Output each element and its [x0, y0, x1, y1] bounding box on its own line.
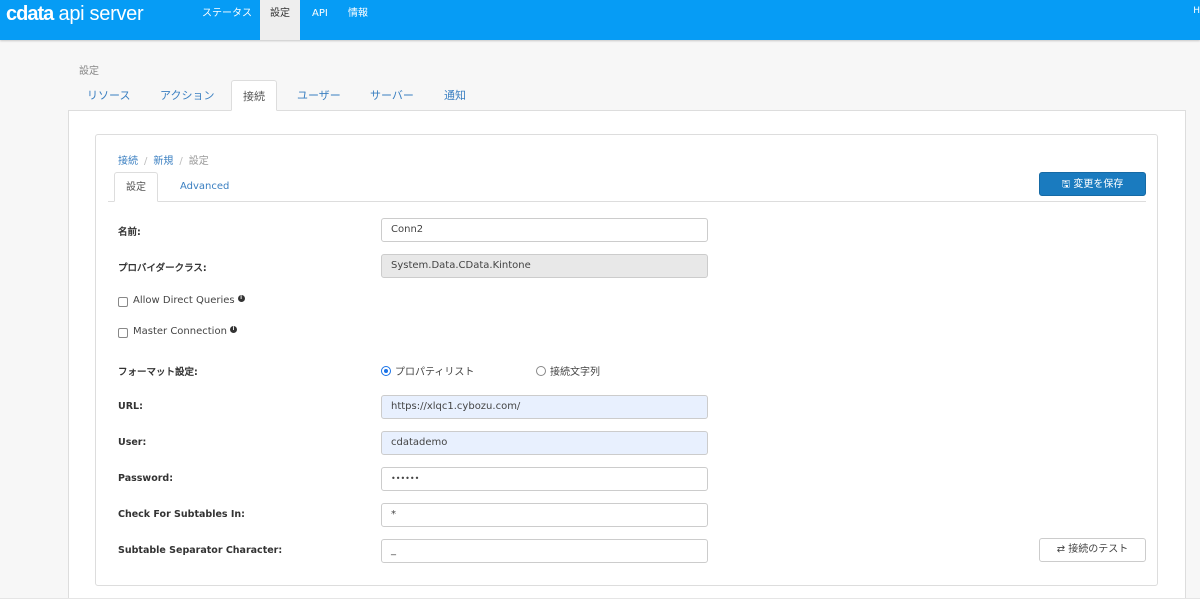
- breadcrumb-current: 設定: [188, 156, 209, 167]
- nav-info[interactable]: 情報: [338, 0, 378, 40]
- separator-input[interactable]: _: [381, 539, 708, 563]
- breadcrumb: 接続 / 新規 / 設定: [118, 156, 209, 167]
- tab-actions[interactable]: アクション: [160, 80, 214, 111]
- name-input[interactable]: Conn2: [381, 218, 708, 242]
- connection-string-radio[interactable]: [536, 366, 546, 376]
- footer-bar: [0, 598, 1200, 605]
- subtab-divider: [108, 201, 1146, 202]
- url-label: URL:: [118, 401, 143, 412]
- subtables-input[interactable]: *: [381, 503, 708, 527]
- info-icon[interactable]: i: [237, 295, 245, 302]
- breadcrumb-connections[interactable]: 接続: [118, 156, 138, 167]
- tab-notifications[interactable]: 通知: [444, 80, 466, 111]
- subtab-advanced[interactable]: Advanced: [180, 172, 229, 202]
- property-list-label[interactable]: プロパティリスト: [395, 363, 474, 378]
- test-connection-button[interactable]: ⇄ 接続のテスト: [1039, 538, 1146, 562]
- nav-settings[interactable]: 設定: [260, 0, 300, 40]
- provider-label: プロバイダークラス:: [118, 263, 207, 274]
- provider-input: System.Data.CData.Kintone: [381, 254, 708, 278]
- swap-arrows-icon: ⇄: [1056, 544, 1066, 555]
- nav-api[interactable]: API: [302, 0, 338, 40]
- allow-direct-queries-label: Allow Direct Queries i: [133, 295, 245, 306]
- breadcrumb-new[interactable]: 新規: [153, 156, 173, 167]
- cdata-logo[interactable]: cdata api server: [6, 3, 144, 26]
- password-input[interactable]: ••••••: [381, 467, 708, 491]
- page-title: 設定: [79, 66, 99, 77]
- format-label: フォーマット設定:: [118, 367, 198, 378]
- connection-string-label[interactable]: 接続文字列: [550, 363, 600, 378]
- tab-server[interactable]: サーバー: [370, 80, 414, 111]
- password-label: Password:: [118, 473, 174, 484]
- info-icon[interactable]: i: [229, 326, 237, 333]
- top-navbar: cdata api server ステータス 設定 API 情報 H: [0, 0, 1200, 40]
- tab-connections[interactable]: 接続: [231, 80, 277, 111]
- subtables-label: Check For Subtables In:: [118, 509, 245, 520]
- master-connection-checkbox[interactable]: [118, 328, 128, 338]
- tab-resources[interactable]: リソース: [87, 80, 130, 111]
- url-input[interactable]: https://xlqc1.cybozu.com/: [381, 395, 708, 419]
- name-label: 名前:: [118, 227, 141, 238]
- save-button[interactable]: 🖫 変更を保存: [1039, 172, 1146, 196]
- save-icon: 🖫: [1061, 179, 1071, 190]
- property-list-radio[interactable]: [381, 366, 391, 376]
- user-menu[interactable]: H: [1193, 6, 1200, 16]
- master-connection-label: Master Connection i: [133, 326, 237, 337]
- user-input[interactable]: cdatademo: [381, 431, 708, 455]
- separator-label: Subtable Separator Character:: [118, 545, 283, 556]
- allow-direct-queries-checkbox[interactable]: [118, 297, 128, 307]
- subtab-settings[interactable]: 設定: [114, 172, 158, 202]
- tab-users[interactable]: ユーザー: [297, 80, 341, 111]
- user-label: User:: [118, 437, 147, 448]
- nav-status[interactable]: ステータス: [192, 0, 262, 40]
